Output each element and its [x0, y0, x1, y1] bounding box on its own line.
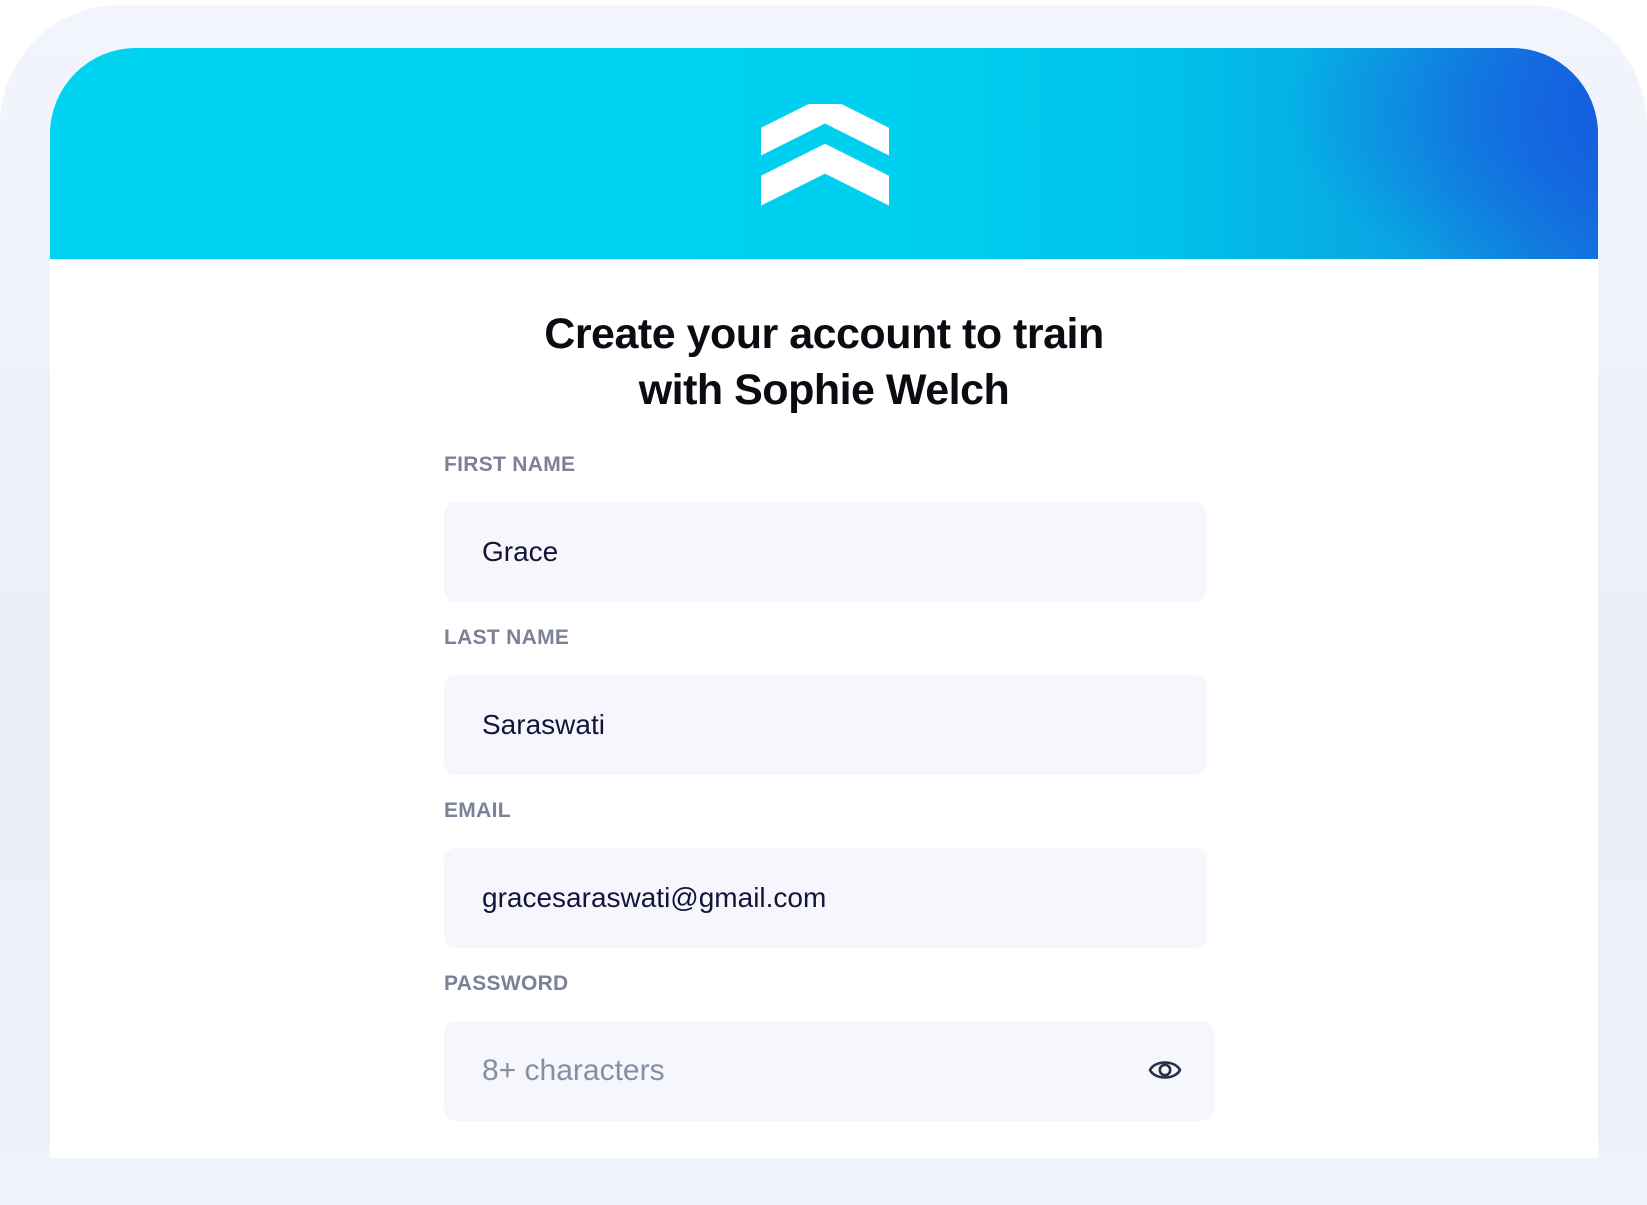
- password-field[interactable]: 8+ characters: [444, 1021, 1214, 1121]
- last-name-value: Saraswati: [482, 709, 605, 740]
- eye-icon[interactable]: [1148, 1055, 1182, 1085]
- double-chevron-up-icon: [761, 104, 889, 206]
- brand-header: [50, 48, 1598, 259]
- password-placeholder: 8+ characters: [482, 1054, 665, 1087]
- first-name-field[interactable]: Grace: [444, 502, 1207, 602]
- password-label: PASSWORD: [444, 972, 569, 995]
- email-value: gracesaraswati@gmail.com: [482, 882, 827, 913]
- title-line-1: Create your account to train: [544, 310, 1104, 358]
- first-name-label: FIRST NAME: [444, 453, 576, 476]
- email-field[interactable]: gracesaraswati@gmail.com: [444, 848, 1207, 948]
- email-label: EMAIL: [444, 799, 511, 822]
- first-name-value: Grace: [482, 536, 559, 567]
- app-screen: Create your account to train with Sophie…: [50, 48, 1598, 1158]
- last-name-field[interactable]: Saraswati: [444, 675, 1207, 775]
- page-title: Create your account to train with Sophie…: [50, 306, 1598, 418]
- last-name-label: LAST NAME: [444, 626, 570, 649]
- title-line-2: with Sophie Welch: [638, 366, 1010, 414]
- device-frame: Create your account to train with Sophie…: [0, 5, 1647, 1205]
